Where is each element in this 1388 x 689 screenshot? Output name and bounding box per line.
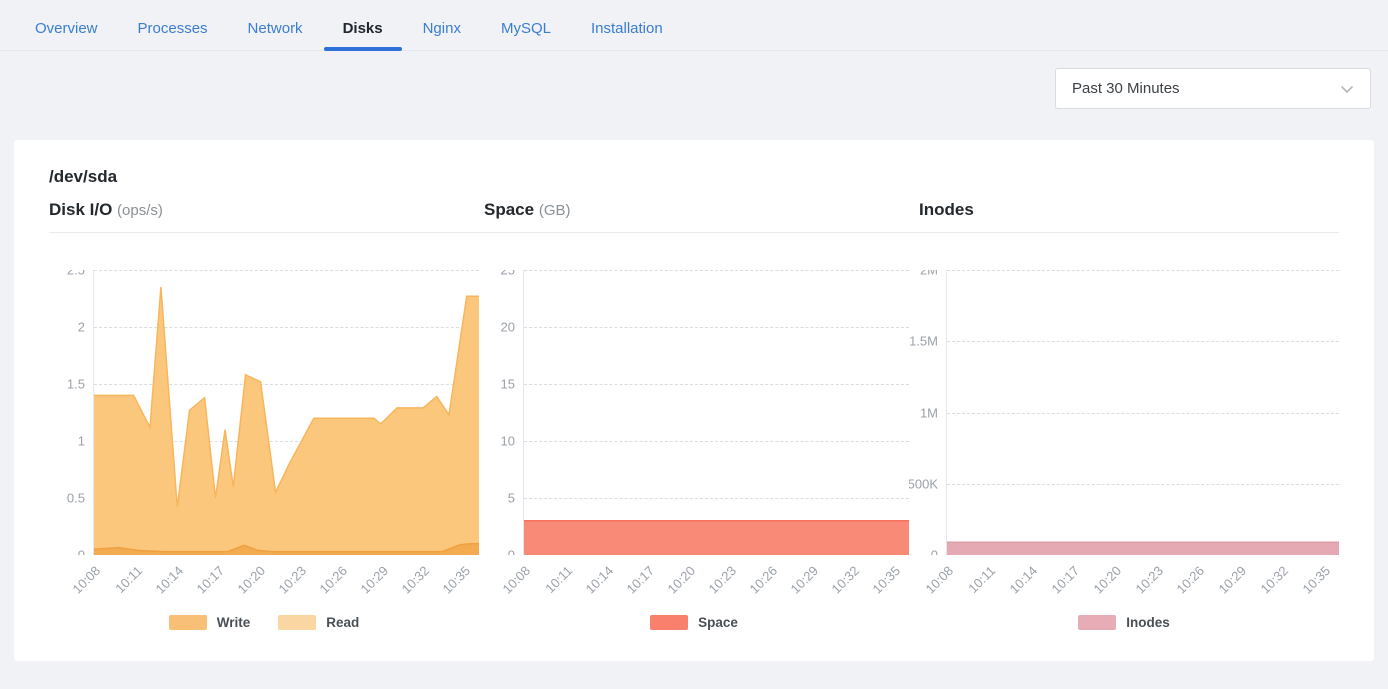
x-axis-label: 10:23 xyxy=(705,563,739,597)
y-axis-label: 5 xyxy=(508,491,515,506)
legend-label: Inodes xyxy=(1126,615,1170,630)
x-axis: 10:0810:1110:1410:1710:2010:2310:2610:29… xyxy=(946,555,1339,601)
legend-swatch xyxy=(650,615,688,630)
x-axis-label: 10:20 xyxy=(234,563,268,597)
chart-title-text: Disk I/O xyxy=(49,200,112,219)
legend-item-write: Write xyxy=(169,615,251,630)
x-axis-label: 10:14 xyxy=(1007,563,1041,597)
page-title: /dev/sda xyxy=(34,167,1354,187)
x-axis-label: 10:35 xyxy=(440,563,474,597)
y-axis-label: 1 xyxy=(78,434,85,449)
y-axis-label: 25 xyxy=(501,270,515,278)
y-axis-label: 2 xyxy=(78,320,85,335)
time-range-value: Past 30 Minutes xyxy=(1072,80,1180,97)
y-axis-label: 0.5 xyxy=(67,491,85,506)
legend-label: Read xyxy=(326,615,359,630)
x-axis-label: 10:29 xyxy=(1216,563,1250,597)
legend-swatch xyxy=(169,615,207,630)
chart-title-inodes: Inodes xyxy=(919,200,1354,220)
x-axis-label: 10:26 xyxy=(1174,563,1208,597)
y-axis-label: 20 xyxy=(501,320,515,335)
x-axis-label: 10:26 xyxy=(316,563,350,597)
legend: Inodes xyxy=(909,613,1339,631)
y-axis-label: 2M xyxy=(920,270,938,278)
x-axis: 10:0810:1110:1410:1710:2010:2310:2610:29… xyxy=(523,555,909,601)
x-axis-label: 10:17 xyxy=(1048,563,1082,597)
x-axis-label: 10:17 xyxy=(193,563,227,597)
y-axis-label: 10 xyxy=(501,434,515,449)
legend-label: Space xyxy=(698,615,738,630)
area-series-space xyxy=(524,521,909,555)
y-axis-label: 1M xyxy=(920,405,938,420)
chart-title-unit: (ops/s) xyxy=(117,202,163,219)
charts-row: 0 0.5 1 1.5 2 2.5 10:0810:1110:1410:1710:2010… xyxy=(34,270,1354,631)
disk-panel: /dev/sda Disk I/O (ops/s) Space (GB) Ino… xyxy=(14,140,1374,661)
time-range-select[interactable]: Past 30 Minutes xyxy=(1055,68,1371,109)
x-axis-label: 10:11 xyxy=(542,563,575,596)
x-axis-label: 10:14 xyxy=(152,563,186,597)
legend-swatch xyxy=(1078,615,1116,630)
tab-mysql[interactable]: MySQL xyxy=(501,20,551,50)
tab-bar: Overview Processes Network Disks Nginx M… xyxy=(0,0,1388,51)
x-axis-label: 10:23 xyxy=(275,563,309,597)
x-axis-label: 10:26 xyxy=(746,563,780,597)
legend-swatch xyxy=(278,615,316,630)
legend: Write Read xyxy=(49,613,479,631)
x-axis-label: 10:35 xyxy=(870,563,904,597)
x-axis-label: 10:32 xyxy=(829,563,863,597)
x-axis: 10:0810:1110:1410:1710:2010:2310:2610:29… xyxy=(93,555,479,601)
tab-network[interactable]: Network xyxy=(248,20,303,50)
chart-title-text: Inodes xyxy=(919,200,974,219)
chart-disk-io: 0 0.5 1 1.5 2 2.5 10:0810:1110:1410:1710:2010… xyxy=(49,270,479,631)
y-axis-label: 0 xyxy=(931,548,938,556)
chart-space: 0 5 10 15 20 25 10:0810:1110:1410:1710:2010:2… xyxy=(479,270,909,631)
x-axis-label: 10:11 xyxy=(112,563,145,596)
y-axis: 0 0.5 1 1.5 2 2.5 xyxy=(49,270,93,555)
area-series-write xyxy=(94,287,479,555)
x-axis-label: 10:29 xyxy=(357,563,391,597)
legend: Space xyxy=(479,613,909,631)
area-series-inodes xyxy=(947,542,1339,555)
legend-item-read: Read xyxy=(278,615,359,630)
chart-title-unit: (GB) xyxy=(539,202,571,219)
y-axis-label: 0 xyxy=(508,548,515,556)
chart-title-space: Space (GB) xyxy=(484,200,919,220)
y-axis-label: 2.5 xyxy=(67,270,85,278)
x-axis-label: 10:32 xyxy=(399,563,433,597)
x-axis-label: 10:23 xyxy=(1132,563,1166,597)
legend-label: Write xyxy=(217,615,251,630)
legend-item-inodes: Inodes xyxy=(1078,615,1170,630)
chart-titles-row: Disk I/O (ops/s) Space (GB) Inodes xyxy=(34,200,1354,220)
chart-inodes: 0500K1M1.5M2M 10:0810:1110:1410:1710:201… xyxy=(909,270,1339,631)
toolbar: Past 30 Minutes xyxy=(0,51,1388,109)
x-axis-label: 10:32 xyxy=(1257,563,1291,597)
x-axis-label: 10:17 xyxy=(623,563,657,597)
y-axis-label: 0 xyxy=(78,548,85,556)
tab-disks[interactable]: Disks xyxy=(343,20,383,50)
chart-title-disk-io: Disk I/O (ops/s) xyxy=(49,200,484,220)
y-axis-label: 500K xyxy=(909,476,938,491)
x-axis-label: 10:14 xyxy=(582,563,616,597)
tab-processes[interactable]: Processes xyxy=(138,20,208,50)
x-axis-label: 10:20 xyxy=(1090,563,1124,597)
tab-installation[interactable]: Installation xyxy=(591,20,663,50)
y-axis-label: 1.5M xyxy=(909,334,938,349)
plot-area xyxy=(946,270,1339,555)
x-axis-label: 10:20 xyxy=(664,563,698,597)
chart-title-text: Space xyxy=(484,200,534,219)
legend-item-space: Space xyxy=(650,615,738,630)
x-axis-label: 10:35 xyxy=(1299,563,1333,597)
y-axis: 0 5 10 15 20 25 xyxy=(479,270,523,555)
plot-area xyxy=(523,270,909,555)
plot-area xyxy=(93,270,479,555)
tab-nginx[interactable]: Nginx xyxy=(423,20,461,50)
y-axis-label: 15 xyxy=(501,377,515,392)
x-axis-label: 10:11 xyxy=(965,563,998,596)
y-axis: 0 500K 1M 1.5M 2M xyxy=(909,270,946,555)
divider xyxy=(49,232,1339,233)
chevron-down-icon xyxy=(1337,79,1357,99)
x-axis-label: 10:29 xyxy=(787,563,821,597)
tab-overview[interactable]: Overview xyxy=(35,20,98,50)
y-axis-label: 1.5 xyxy=(67,377,85,392)
